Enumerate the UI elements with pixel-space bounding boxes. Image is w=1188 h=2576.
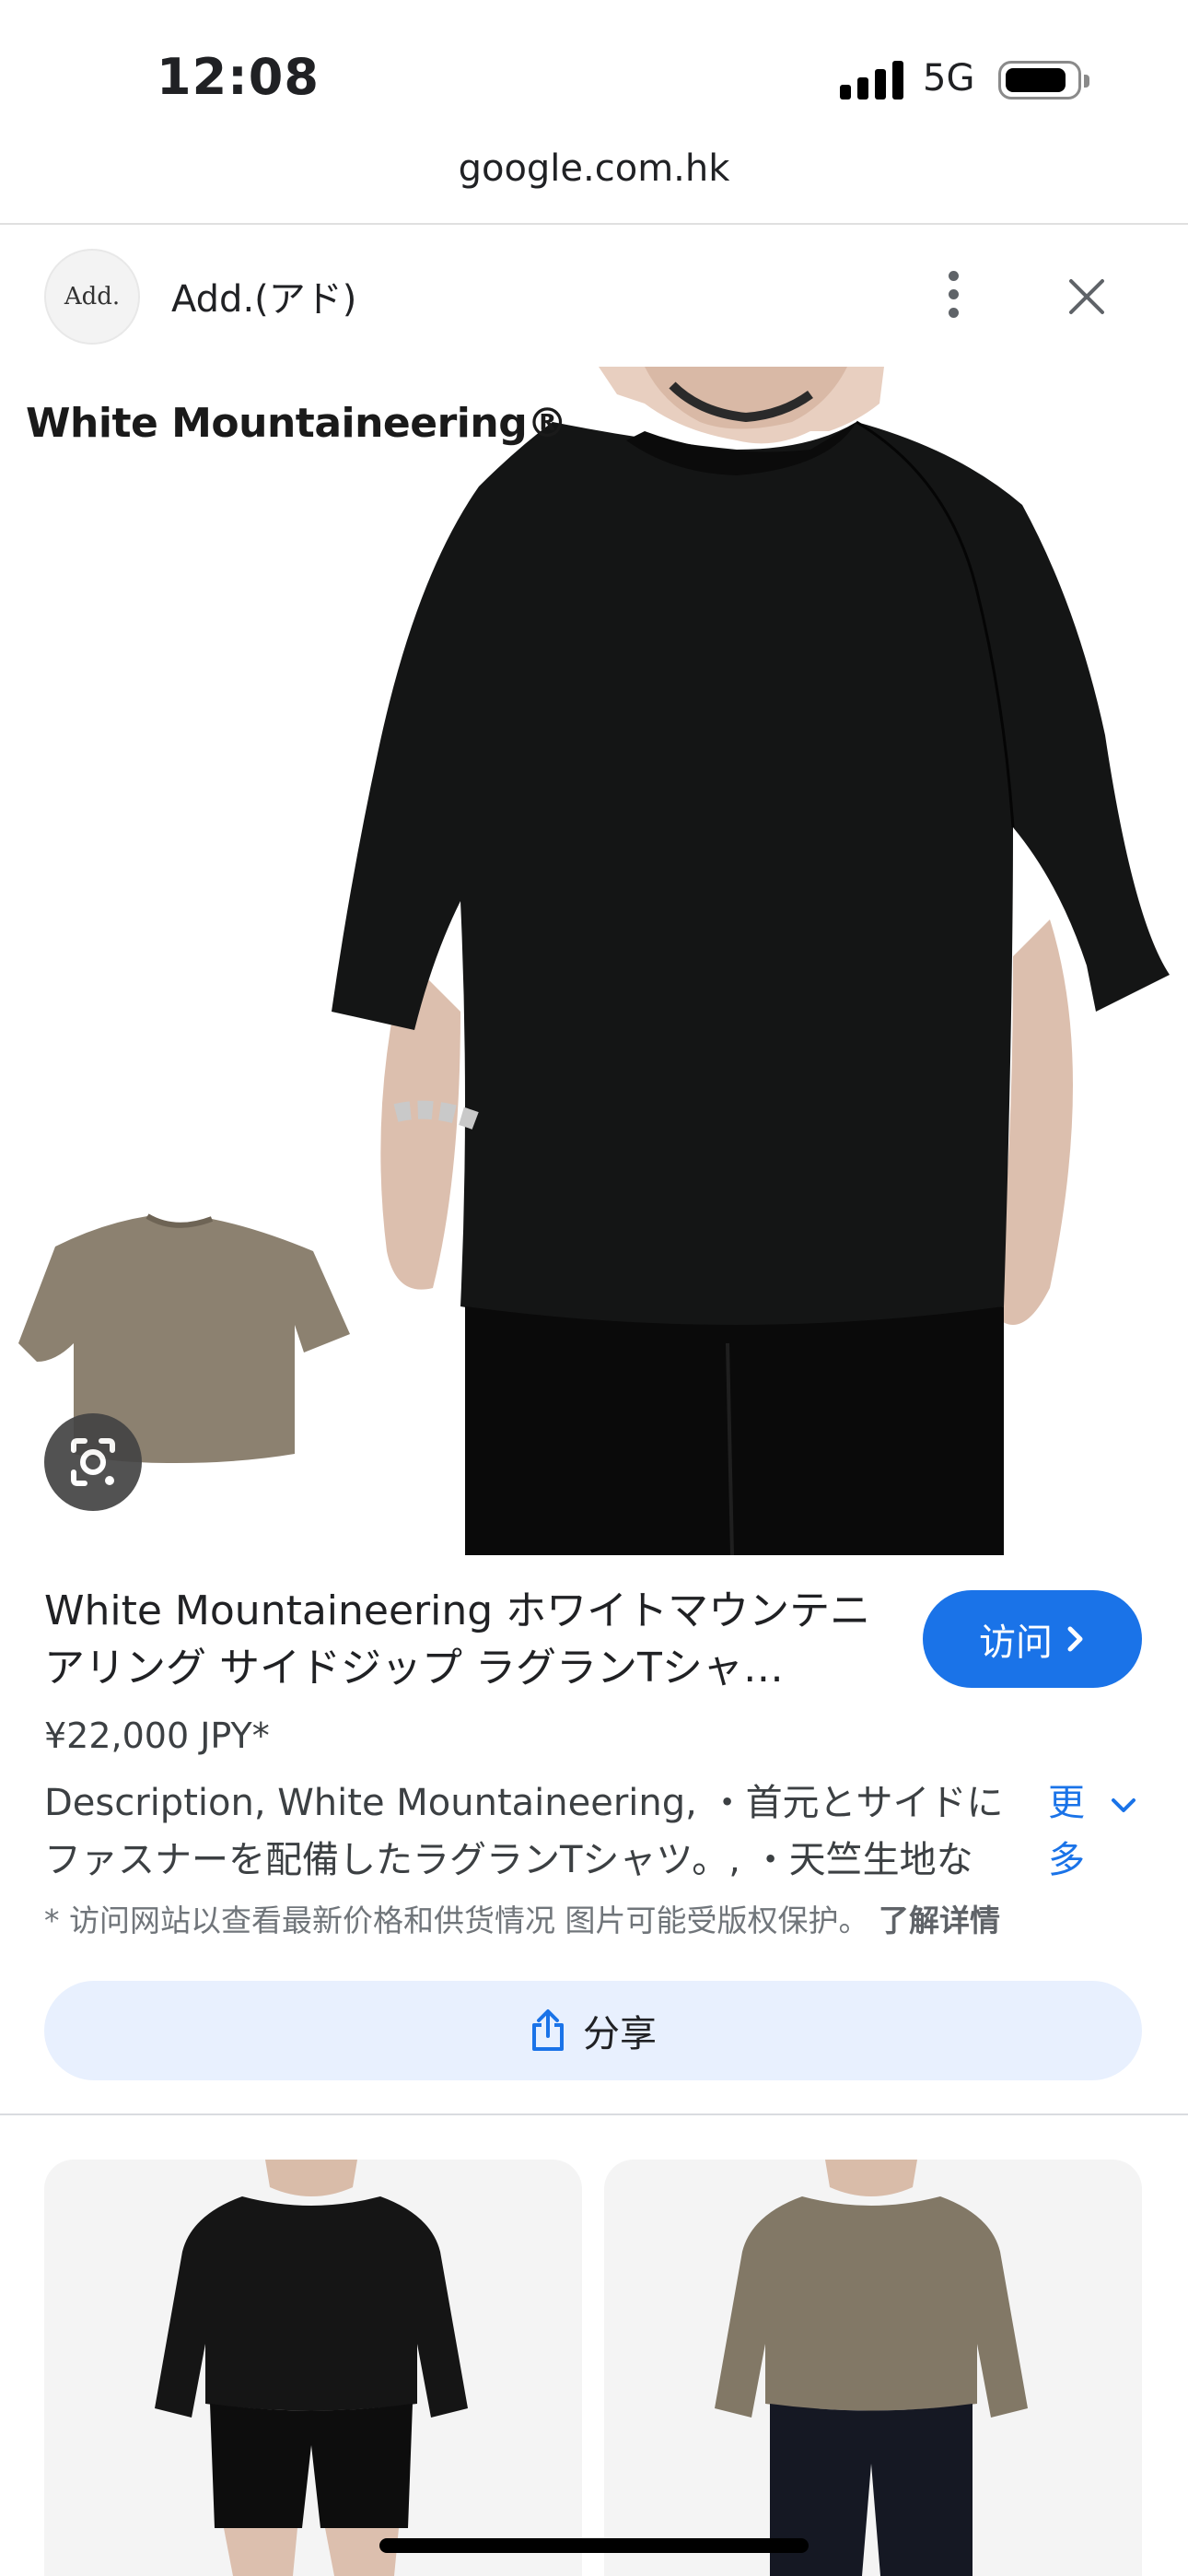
site-name[interactable]: Add.(アド) [171, 269, 356, 322]
disclaimer-text: * 访问网站以查看最新价格和供货情况 图片可能受版权保护。 [44, 1903, 869, 1938]
site-logo-text: Add. [64, 283, 121, 310]
battery-icon [998, 61, 1089, 100]
divider [0, 223, 1188, 225]
visit-label: 访问 [979, 1622, 1053, 1664]
status-time: 12:08 [157, 48, 320, 106]
more-vert-icon[interactable] [936, 267, 973, 322]
section-divider [0, 2113, 1188, 2115]
share-button[interactable]: 分享 [44, 1981, 1142, 2080]
product-description: Description, White Mountaineering, ・首元とサ… [44, 1782, 1004, 1881]
product-price: ¥22,000 JPY* [44, 1715, 270, 1756]
chevron-down-icon[interactable] [1105, 1787, 1142, 1824]
model-photo [18, 367, 1170, 1555]
url-bar[interactable]: google.com.hk [0, 147, 1188, 190]
related-image[interactable] [604, 2160, 1142, 2576]
site-logo[interactable]: Add. [44, 249, 140, 345]
product-image[interactable]: White Mountaineering® [0, 367, 1188, 1555]
related-photo-black [155, 2160, 468, 2576]
status-bar: 12:08 5G [0, 0, 1188, 138]
related-photo-olive [715, 2160, 1028, 2576]
home-indicator[interactable] [379, 2538, 809, 2553]
signal-icon [840, 61, 904, 100]
share-label: 分享 [583, 2013, 657, 2055]
related-image[interactable] [44, 2160, 582, 2576]
close-icon[interactable] [1059, 269, 1114, 324]
network-label: 5G [923, 57, 975, 100]
learn-more-link[interactable]: 了解详情 [879, 1903, 1000, 1938]
more-toggle[interactable]: 更多 [1048, 1774, 1085, 1889]
chevron-right-icon [1067, 1626, 1083, 1652]
disclaimer: * 访问网站以查看最新价格和供货情况 图片可能受版权保护。 了解详情 [44, 1896, 1000, 1940]
brand-logo: White Mountaineering® [26, 400, 567, 447]
google-lens-icon[interactable] [44, 1413, 142, 1511]
product-title[interactable]: White Mountaineering ホワイトマウンテニアリング サイドジッ… [44, 1583, 891, 1697]
visit-button[interactable]: 访问 [923, 1590, 1142, 1688]
share-icon [532, 2009, 564, 2051]
